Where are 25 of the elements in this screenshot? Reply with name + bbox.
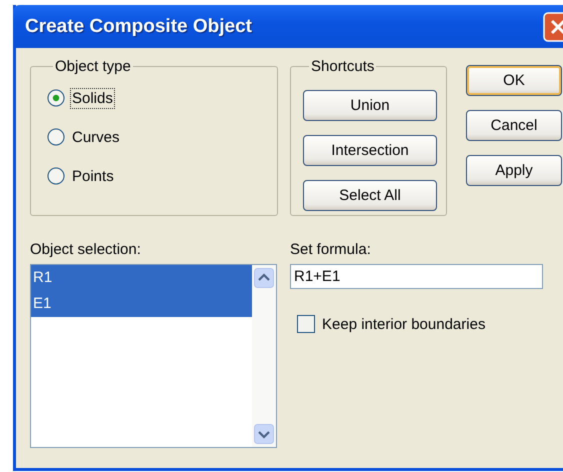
list-label: Object selection: (30, 241, 142, 258)
shortcut-button[interactable]: Select All (303, 180, 437, 211)
shortcut-button[interactable]: Union (303, 90, 437, 121)
dialog-button[interactable]: OK (466, 65, 562, 96)
checkbox[interactable] (297, 315, 315, 333)
scroll-up-icon[interactable] (254, 268, 274, 288)
list-item[interactable]: R1 (31, 265, 252, 291)
scroll-down-icon[interactable] (254, 424, 274, 444)
list-item[interactable]: E1 (31, 291, 252, 317)
group-label: Object type (54, 58, 132, 75)
formula-label: Set formula: (290, 241, 372, 258)
radio-label[interactable]: Points (70, 166, 116, 186)
dialog-button[interactable]: Cancel (466, 110, 562, 141)
radio-label[interactable]: Solids (70, 88, 115, 108)
radio-button[interactable] (47, 128, 65, 146)
radio-label[interactable]: Curves (70, 126, 122, 148)
dialog-button[interactable]: Apply (466, 155, 562, 186)
group-label: Shortcuts (310, 58, 376, 75)
checkbox-label[interactable]: Keep interior boundaries (322, 316, 486, 332)
radio-button[interactable] (47, 89, 65, 107)
shortcut-button[interactable]: Intersection (303, 135, 437, 166)
window-title: Create Composite Object (25, 16, 252, 38)
formula-field[interactable]: R1+E1 (290, 264, 543, 289)
scrollbar[interactable] (252, 265, 276, 447)
radio-button[interactable] (47, 167, 65, 185)
